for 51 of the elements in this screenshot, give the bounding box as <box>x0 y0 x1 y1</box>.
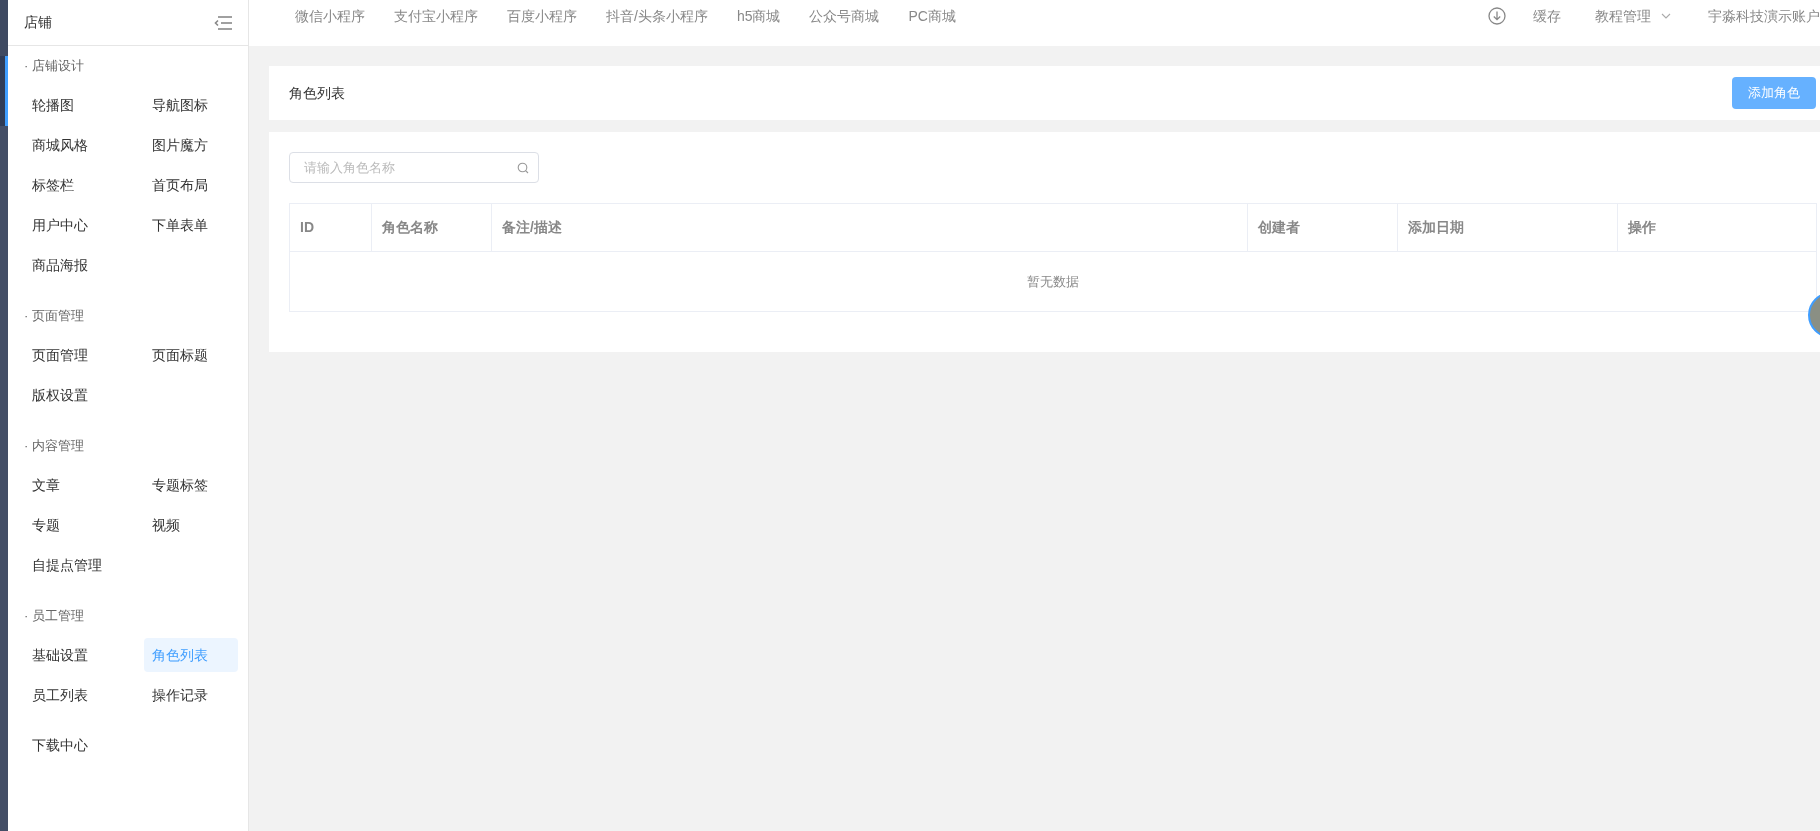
sidebar-item[interactable]: 专题标签 <box>144 468 238 502</box>
sidebar-item[interactable]: 页面管理 <box>24 338 144 372</box>
sidebar-item[interactable]: 首页布局 <box>144 168 238 202</box>
sidebar-item[interactable]: 下单表单 <box>144 208 238 242</box>
sidebar-item[interactable]: 操作记录 <box>144 678 238 712</box>
platform-nav-link[interactable]: 公众号商城 <box>809 5 880 27</box>
strip-top-block <box>0 0 8 56</box>
search-field[interactable]: 请输入角色名称 <box>289 152 539 183</box>
sidebar-item[interactable]: 基础设置 <box>24 638 144 672</box>
page-title: 角色列表 <box>289 83 345 103</box>
column-header: 创建者 <box>1247 204 1397 251</box>
column-header: 操作 <box>1617 204 1816 251</box>
tutorial-menu[interactable]: 教程管理 <box>1595 5 1671 27</box>
platform-nav-link[interactable]: 微信小程序 <box>295 5 365 27</box>
sidebar-section-title: · 页面管理 <box>23 307 85 326</box>
cache-link[interactable]: 缓存 <box>1533 5 1561 27</box>
sidebar-item[interactable]: 商城风格 <box>24 128 144 162</box>
sidebar-item[interactable]: 轮播图 <box>24 88 144 122</box>
menu-icon[interactable] <box>214 15 232 30</box>
empty-table-text: 暂无数据 <box>1027 272 1079 291</box>
column-header: 备注/描述 <box>491 204 1247 251</box>
sidebar-item[interactable]: 版权设置 <box>24 378 144 412</box>
sidebar-item[interactable]: 图片魔方 <box>144 128 238 162</box>
sidebar-title: 店铺 <box>24 13 52 32</box>
sidebar-item[interactable]: 自提点管理 <box>24 548 144 582</box>
sidebar-item[interactable]: 标签栏 <box>24 168 144 202</box>
sidebar-item[interactable]: 用户中心 <box>24 208 144 242</box>
sidebar-section-title: · 内容管理 <box>23 437 85 456</box>
sidebar-item[interactable]: 文章 <box>24 468 144 502</box>
sidebar-section-title: · 店铺设计 <box>23 57 85 76</box>
sidebar-item[interactable]: 视频 <box>144 508 238 542</box>
sidebar-item[interactable]: 下载中心 <box>24 728 144 762</box>
sidebar-section-title: · 员工管理 <box>23 607 85 626</box>
column-header: 角色名称 <box>371 204 491 251</box>
sidebar-item[interactable]: 员工列表 <box>24 678 144 712</box>
column-header: ID <box>299 218 315 237</box>
chevron-down-icon <box>1661 13 1671 19</box>
column-header: 添加日期 <box>1397 204 1617 251</box>
active-indicator <box>5 56 8 126</box>
sidebar-item[interactable]: 页面标题 <box>144 338 238 372</box>
sidebar-item[interactable]: 导航图标 <box>144 88 238 122</box>
platform-nav-link[interactable]: 抖音/头条小程序 <box>606 5 708 27</box>
download-icon[interactable] <box>1488 7 1506 25</box>
platform-nav-link[interactable]: 支付宝小程序 <box>394 5 478 27</box>
sidebar-item[interactable]: 专题 <box>24 508 144 542</box>
account-name[interactable]: 宇淼科技演示账户 <box>1708 5 1820 27</box>
platform-nav-link[interactable]: 百度小程序 <box>507 5 577 27</box>
platform-nav-link[interactable]: PC商城 <box>908 5 956 27</box>
sidebar-item[interactable]: 商品海报 <box>24 248 144 282</box>
search-icon[interactable] <box>517 162 529 174</box>
platform-nav-link[interactable]: h5商城 <box>736 5 781 27</box>
